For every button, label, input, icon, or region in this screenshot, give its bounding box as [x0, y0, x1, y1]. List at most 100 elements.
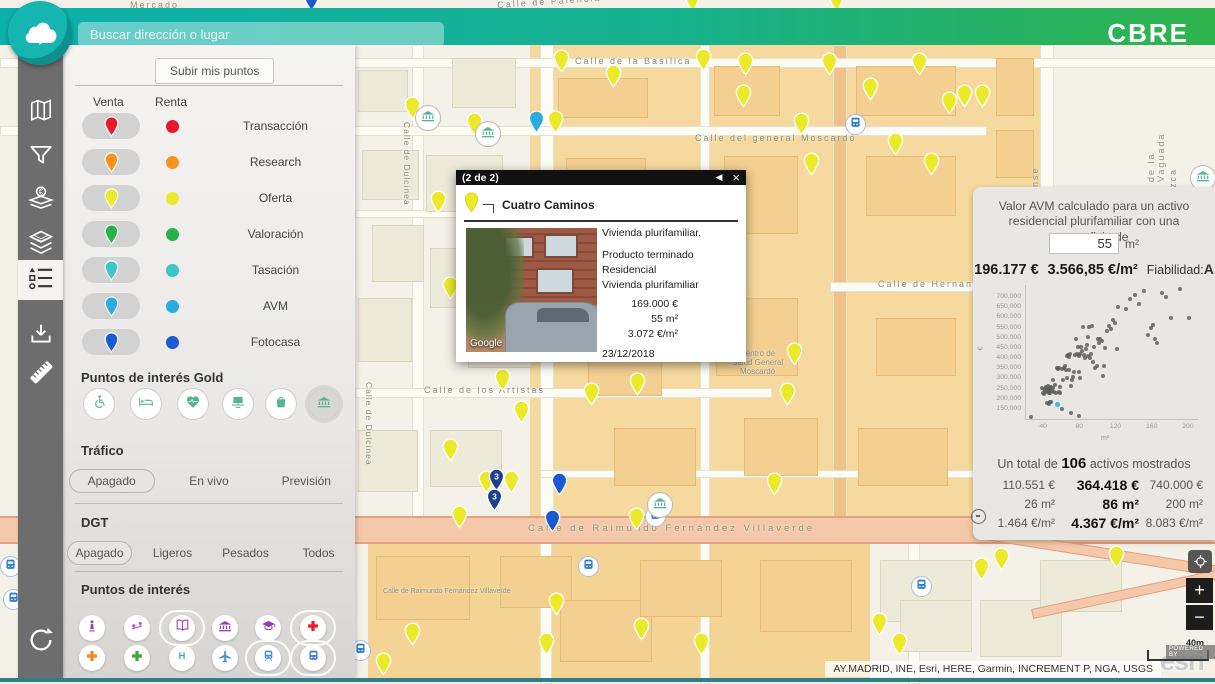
- map-pin-oferta[interactable]: [548, 592, 565, 616]
- map-pin-oferta[interactable]: [583, 382, 600, 406]
- poi-pharmacy[interactable]: [79, 645, 105, 671]
- gold-poi-bank[interactable]: [308, 388, 340, 420]
- map-pin-oferta[interactable]: [735, 84, 752, 108]
- map-pin-oferta[interactable]: [821, 52, 838, 76]
- map-pin-oferta[interactable]: [628, 507, 645, 531]
- gold-poi-hotel[interactable]: [130, 388, 162, 420]
- poi-health-center[interactable]: [124, 645, 150, 671]
- renta-toggle-fotocasa[interactable]: [166, 336, 179, 349]
- venta-toggle-fotocasa[interactable]: [82, 329, 140, 355]
- venta-toggle-tasación[interactable]: [82, 257, 140, 283]
- map-bank-poi[interactable]: [647, 492, 673, 518]
- map-pin-oferta[interactable]: [1108, 545, 1125, 569]
- map-pin-oferta[interactable]: [629, 372, 646, 396]
- renta-toggle-tasación[interactable]: [166, 264, 179, 277]
- gold-poi-office[interactable]: [222, 388, 254, 420]
- map-pin-avm[interactable]: [528, 110, 545, 134]
- upload-points-button[interactable]: Subir mis puntos: [155, 58, 274, 84]
- search-input[interactable]: [78, 22, 444, 47]
- sidebar-item-legend[interactable]: [18, 260, 63, 300]
- sidebar-item-layers-valuations[interactable]: €: [18, 180, 63, 220]
- map-pin-oferta[interactable]: [513, 400, 530, 424]
- poi-education[interactable]: [255, 615, 281, 641]
- renta-toggle-transacción[interactable]: [166, 120, 179, 133]
- map-pin-oferta[interactable]: [375, 652, 392, 676]
- poi-airport[interactable]: [212, 645, 238, 671]
- poi-train-station[interactable]: [255, 645, 281, 671]
- map-metro-station[interactable]: [911, 576, 932, 597]
- info-circle-icon[interactable]: [971, 509, 986, 524]
- map-pin-oferta[interactable]: [605, 64, 622, 88]
- map-pin-oferta[interactable]: [538, 632, 555, 656]
- traffic-option-apagado[interactable]: Apagado: [63, 469, 160, 493]
- poi-library[interactable]: [169, 615, 195, 641]
- popup-close-button[interactable]: ×: [732, 173, 740, 183]
- map-pin-oferta[interactable]: [737, 52, 754, 76]
- sidebar-item-download[interactable]: [18, 316, 63, 356]
- poi-hospital[interactable]: H: [169, 645, 195, 671]
- map-pin-oferta[interactable]: [786, 342, 803, 366]
- poi-emergency[interactable]: [300, 615, 326, 641]
- gold-poi-accessibility[interactable]: [83, 388, 115, 420]
- map-pin-oferta[interactable]: [633, 617, 650, 641]
- map-pin-oferta[interactable]: [547, 110, 564, 134]
- gold-poi-shopping[interactable]: [265, 388, 297, 420]
- map-bank-poi[interactable]: [475, 121, 501, 147]
- sidebar-item-map[interactable]: [18, 92, 63, 132]
- map-pin-oferta[interactable]: [887, 132, 904, 156]
- map-pin-oferta[interactable]: [766, 472, 783, 496]
- map-pin-oferta[interactable]: [695, 48, 712, 72]
- dgt-option-apagado[interactable]: Apagado: [63, 541, 136, 565]
- map-pin-oferta[interactable]: [974, 84, 991, 108]
- dgt-option-todos[interactable]: Todos: [282, 542, 355, 564]
- map-pin-oferta[interactable]: [404, 622, 421, 646]
- map-pin-oferta[interactable]: [430, 190, 447, 214]
- map-pin-oferta[interactable]: [973, 557, 990, 581]
- poi-playground[interactable]: [124, 615, 150, 641]
- map-pin-oferta[interactable]: [923, 152, 940, 176]
- locate-button[interactable]: [1188, 550, 1212, 573]
- map-pin-cluster[interactable]: 3: [486, 488, 503, 512]
- map-metro-station[interactable]: [578, 556, 599, 577]
- map-pin-oferta[interactable]: [503, 470, 520, 494]
- renta-toggle-oferta[interactable]: [166, 192, 179, 205]
- map-pin-oferta[interactable]: [693, 632, 710, 656]
- map-pin-oferta[interactable]: [862, 77, 879, 101]
- renta-toggle-valoración[interactable]: [166, 228, 179, 241]
- map-pin-oferta[interactable]: [803, 152, 820, 176]
- map-pin-oferta[interactable]: [793, 112, 810, 136]
- map-pin-oferta[interactable]: [911, 52, 928, 76]
- poi-monument[interactable]: [79, 615, 105, 641]
- map-pin-oferta[interactable]: [451, 505, 468, 529]
- sidebar-item-refresh[interactable]: [18, 622, 63, 662]
- map-pin-fotocasa[interactable]: [544, 509, 561, 533]
- sidebar-item-layers-cartography[interactable]: [18, 224, 63, 264]
- street-view-photo[interactable]: Google: [466, 228, 597, 352]
- map-pin-oferta[interactable]: [442, 438, 459, 462]
- map-pin-oferta[interactable]: [494, 368, 511, 392]
- traffic-option-previsión[interactable]: Previsión: [258, 470, 355, 492]
- traffic-option-en-vivo[interactable]: En vivo: [160, 470, 257, 492]
- map-pin-oferta[interactable]: [779, 382, 796, 406]
- sidebar-item-measure[interactable]: [18, 354, 63, 394]
- map-pin-oferta[interactable]: [891, 632, 908, 656]
- sidebar-item-filter[interactable]: [18, 137, 63, 177]
- zoom-out-button[interactable]: −: [1186, 605, 1213, 630]
- dgt-option-ligeros[interactable]: Ligeros: [136, 542, 209, 564]
- popup-prev-button[interactable]: ◀: [705, 172, 732, 183]
- dgt-option-pesados[interactable]: Pesados: [209, 542, 282, 564]
- map-bank-poi[interactable]: [415, 105, 441, 131]
- map-pin-oferta[interactable]: [871, 612, 888, 636]
- app-logo[interactable]: [8, 1, 72, 65]
- venta-toggle-avm[interactable]: [82, 293, 140, 319]
- gold-poi-health[interactable]: [177, 388, 209, 420]
- map-pin-fotocasa[interactable]: [551, 472, 568, 496]
- renta-toggle-research[interactable]: [166, 156, 179, 169]
- poi-museum[interactable]: [212, 615, 238, 641]
- poi-metro-station[interactable]: [300, 645, 326, 671]
- zoom-in-button[interactable]: +: [1186, 578, 1213, 603]
- venta-toggle-oferta[interactable]: [82, 185, 140, 211]
- map-pin-oferta[interactable]: [956, 84, 973, 108]
- venta-toggle-transacción[interactable]: [82, 113, 140, 139]
- venta-toggle-research[interactable]: [82, 149, 140, 175]
